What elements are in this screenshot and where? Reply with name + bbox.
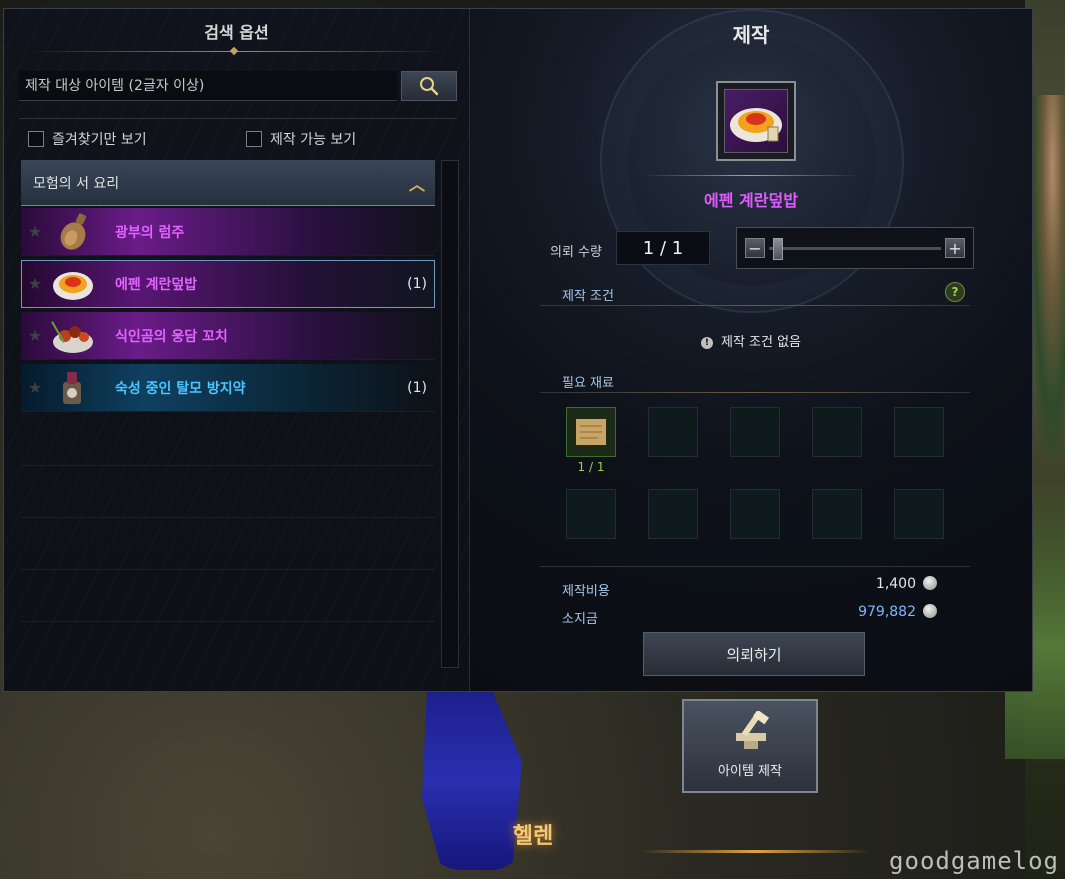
materials-label: 필요 재료 <box>562 376 614 391</box>
quantity-value[interactable]: 1 / 1 <box>616 231 710 265</box>
item-name: 에펜 계란덮밥 <box>115 276 198 293</box>
material-slot-empty <box>894 407 944 457</box>
favorite-star-icon[interactable]: ★ <box>21 378 49 397</box>
plus-icon[interactable]: + <box>945 238 965 258</box>
category-header[interactable]: 모험의 서 요리 ︿ <box>21 160 435 206</box>
slider-track[interactable] <box>769 247 941 250</box>
empty-row-divider <box>21 569 435 570</box>
minus-icon[interactable]: − <box>745 238 765 258</box>
material-slot-empty <box>730 407 780 457</box>
category-label: 모험의 서 요리 <box>33 175 120 192</box>
favorites-filter-label: 즐겨찾기만 보기 <box>52 132 147 148</box>
material-slot-empty <box>812 407 862 457</box>
material-slot[interactable] <box>566 407 616 457</box>
favorites-checkbox[interactable] <box>28 131 44 147</box>
silver-coin-icon <box>923 604 937 618</box>
empty-row-divider <box>21 465 435 466</box>
info-icon: ! <box>700 337 713 349</box>
money-value: 979,882 <box>858 604 916 620</box>
list-item[interactable]: ★ 숙성 중인 탈모 방지약 (1) <box>21 364 435 412</box>
search-options-pane: 검색 옵션 즐겨찾기만 보기 제작 가능 보기 모험의 서 요리 ︿ ★ <box>4 9 470 691</box>
quantity-label: 의뢰 수량 <box>550 245 602 260</box>
silver-coin-icon <box>923 576 937 590</box>
item-name: 숙성 중인 탈모 방지약 <box>115 380 246 397</box>
skewer-icon <box>49 315 97 357</box>
craftable-checkbox[interactable] <box>246 131 262 147</box>
search-button[interactable] <box>401 71 457 101</box>
slider-thumb[interactable] <box>773 238 783 260</box>
material-slot-empty <box>894 489 944 539</box>
craft-button-label: 아이템 제작 <box>718 764 782 779</box>
item-craft-button[interactable]: 아이템 제작 <box>682 699 818 793</box>
material-count: 1 / 1 <box>577 460 605 474</box>
crafting-detail-pane: 제작 에펜 계란덮밥 의뢰 수량 1 / 1 − + 제작 조건 ? ! 제작 … <box>470 9 1032 691</box>
crafting-title: 제작 <box>732 23 770 47</box>
chevron-up-icon[interactable]: ︿ <box>409 171 425 195</box>
crafting-window: 검색 옵션 즐겨찾기만 보기 제작 가능 보기 모험의 서 요리 ︿ ★ <box>3 8 1033 692</box>
potion-icon <box>49 367 97 409</box>
background-character <box>1030 95 1065 455</box>
cost-divider <box>540 566 970 567</box>
scroll-icon <box>576 419 606 445</box>
help-icon[interactable]: ? <box>945 282 965 302</box>
conditions-label: 제작 조건 <box>562 289 614 304</box>
material-slot-empty <box>648 489 698 539</box>
item-count: (1) <box>407 379 427 396</box>
money-label: 소지금 <box>562 612 598 627</box>
item-name-divider <box>640 175 860 176</box>
empty-row-divider <box>21 621 435 622</box>
npc-name-glow <box>640 850 870 853</box>
filter-divider <box>19 118 457 119</box>
favorite-star-icon[interactable]: ★ <box>21 274 49 293</box>
selected-item-name: 에펜 계란덮밥 <box>704 191 798 210</box>
item-name: 식인곰의 웅담 꼬치 <box>115 328 228 345</box>
cost-value: 1,400 <box>875 576 916 592</box>
anvil-hammer-icon <box>736 711 770 749</box>
item-count: (1) <box>407 275 427 292</box>
no-conditions-text: ! 제작 조건 없음 <box>470 331 1032 350</box>
quantity-slider[interactable]: − + <box>736 227 974 269</box>
request-button[interactable]: 의뢰하기 <box>643 632 865 676</box>
list-item[interactable]: ★ 식인곰의 웅담 꼬치 <box>21 312 435 360</box>
materials-divider <box>540 392 970 393</box>
favorite-star-icon[interactable]: ★ <box>21 222 49 241</box>
material-slot-empty <box>566 489 616 539</box>
search-input[interactable] <box>19 71 397 101</box>
conditions-divider <box>540 305 970 306</box>
material-slot-empty <box>812 489 862 539</box>
search-options-title: 검색 옵션 <box>204 23 269 42</box>
watermark: goodgamelog <box>889 847 1059 875</box>
favorites-filter[interactable]: 즐겨찾기만 보기 <box>28 129 147 149</box>
cost-label: 제작비용 <box>562 584 610 599</box>
material-slot-empty <box>648 407 698 457</box>
empty-row-divider <box>21 517 435 518</box>
egg-rice-icon <box>49 263 97 305</box>
npc-name: 헬렌 <box>512 824 554 849</box>
item-name: 광부의 럼주 <box>115 224 185 241</box>
selected-item-slot[interactable] <box>716 81 796 161</box>
no-conditions-label: 제작 조건 없음 <box>720 335 802 350</box>
title-ornament <box>229 46 239 56</box>
egg-rice-icon <box>724 89 788 153</box>
craftable-filter[interactable]: 제작 가능 보기 <box>246 129 356 149</box>
list-item-selected[interactable]: ★ 에펜 계란덮밥 (1) <box>21 260 435 308</box>
recipe-list: 모험의 서 요리 ︿ ★ 광부의 럼주 ★ 에펜 계란덮밥 (1) ★ 식인곰의… <box>19 160 437 668</box>
favorite-star-icon[interactable]: ★ <box>21 326 49 345</box>
material-slot-empty <box>730 489 780 539</box>
list-item[interactable]: ★ 광부의 럼주 <box>21 208 435 256</box>
list-scrollbar[interactable] <box>441 160 459 668</box>
rum-bottle-icon <box>49 211 97 253</box>
craftable-filter-label: 제작 가능 보기 <box>270 132 357 148</box>
search-icon <box>420 77 439 96</box>
